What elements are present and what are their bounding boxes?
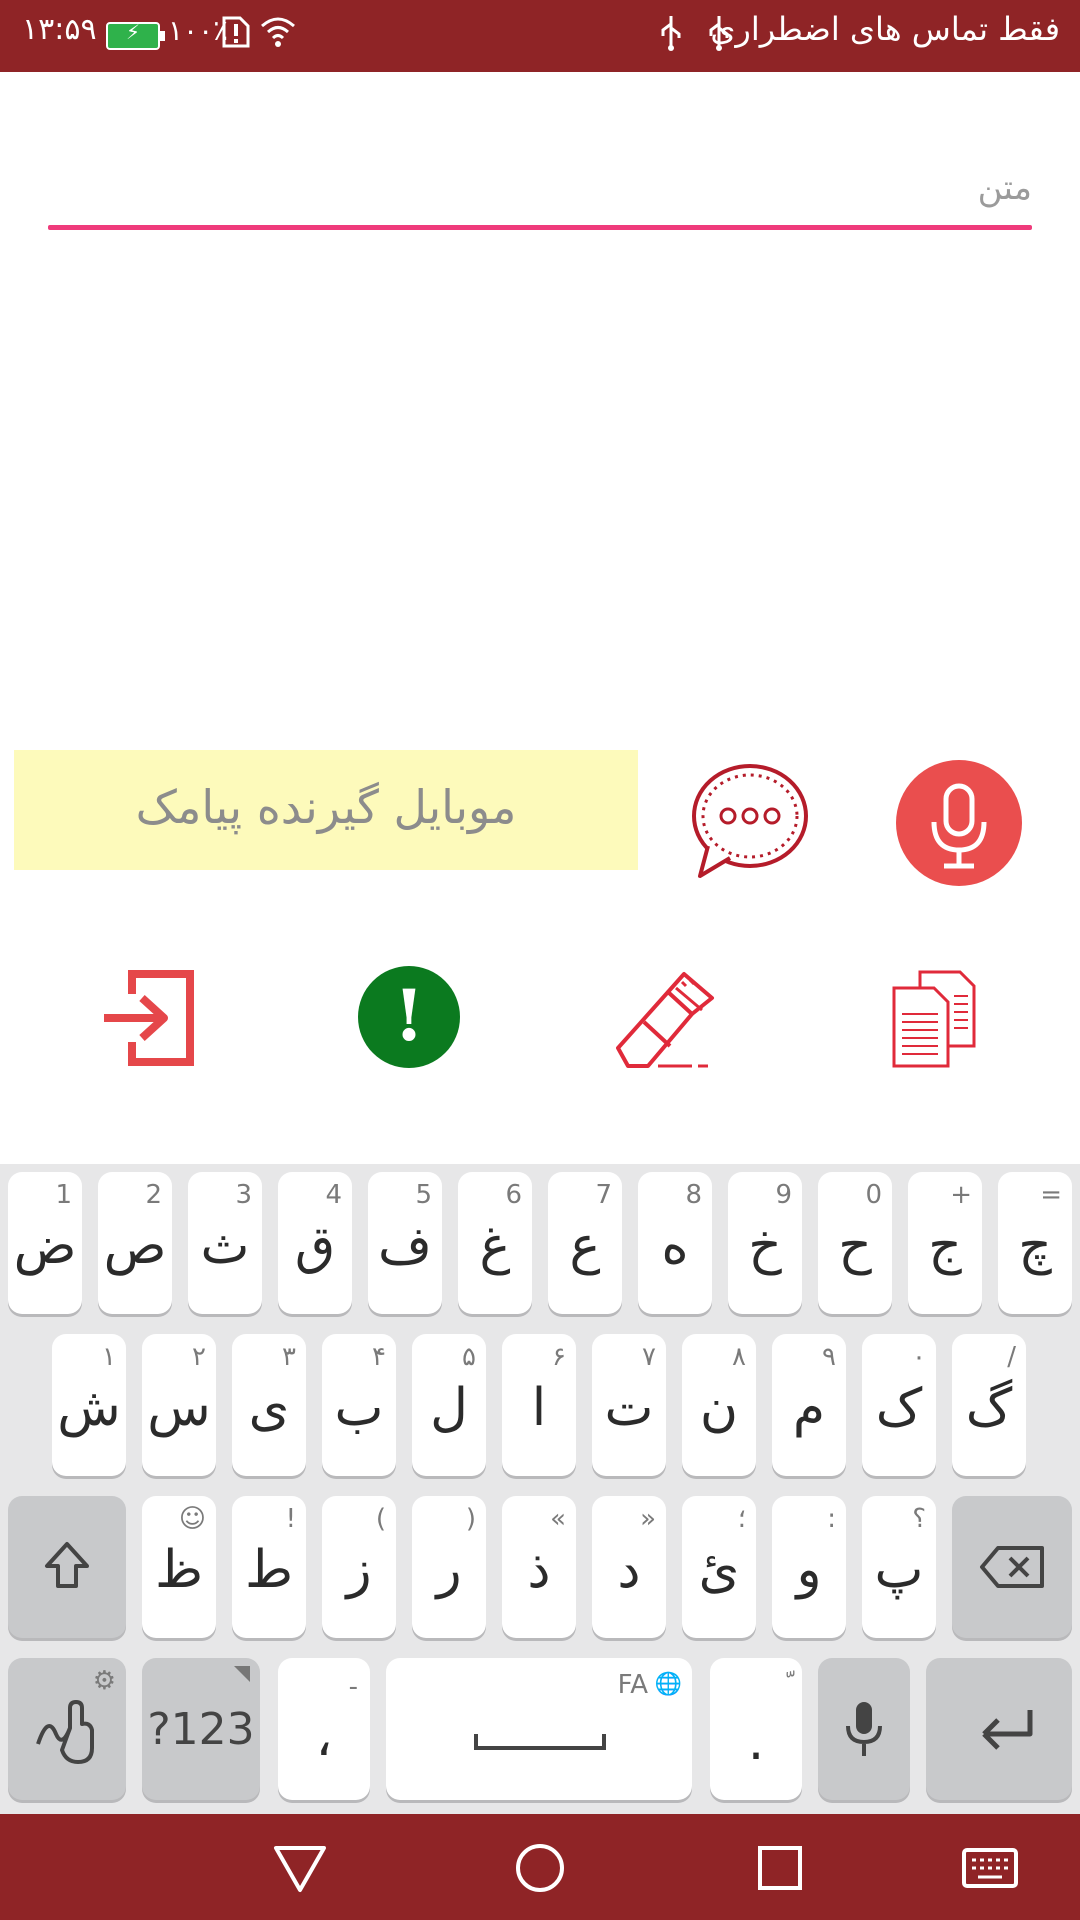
handwriting-icon <box>36 1700 94 1764</box>
language-label: FA <box>617 1670 648 1700</box>
key[interactable]: ) ر <box>412 1496 486 1638</box>
shift-icon <box>45 1542 89 1588</box>
microphone-icon <box>931 783 987 869</box>
copy-icon[interactable] <box>888 966 992 1070</box>
key[interactable]: ! ط <box>232 1496 306 1638</box>
key[interactable]: ؛ ئ <box>682 1496 756 1638</box>
key[interactable]: » د <box>592 1496 666 1638</box>
settings-gear-icon: ⚙ <box>92 1666 116 1696</box>
text-field-label: متن <box>977 168 1032 208</box>
enter-key[interactable] <box>926 1658 1072 1800</box>
key[interactable]: 5ف <box>368 1172 442 1314</box>
backspace-key[interactable] <box>952 1496 1072 1638</box>
back-icon[interactable] <box>268 1836 332 1900</box>
period-key[interactable]: ّ. <box>710 1658 802 1800</box>
key[interactable]: ☺ ظ <box>142 1496 216 1638</box>
eraser-icon[interactable] <box>612 966 716 1070</box>
shift-key[interactable] <box>8 1496 126 1638</box>
key[interactable]: :و <box>772 1496 846 1638</box>
key[interactable]: 2ص <box>98 1172 172 1314</box>
key[interactable]: 1ض <box>8 1172 82 1314</box>
key[interactable]: ۲س <box>142 1334 216 1476</box>
key[interactable]: ؟ پ <box>862 1496 936 1638</box>
usb-icon <box>656 14 686 59</box>
text-field[interactable]: متن <box>48 150 1032 230</box>
key[interactable]: ۷ت <box>592 1334 666 1476</box>
status-carrier-text: فقط تماس های اضطراری <box>710 10 1060 48</box>
chat-bubble-icon[interactable] <box>686 758 812 884</box>
recipient-placeholder: موبایل گیرنده پیامک <box>135 780 517 834</box>
navigation-bar <box>0 1814 1080 1920</box>
voice-input-key[interactable] <box>818 1658 910 1800</box>
space-bar-icon <box>474 1734 606 1750</box>
recents-icon[interactable] <box>748 1836 812 1900</box>
key[interactable]: «ذ <box>502 1496 576 1638</box>
key[interactable]: 7ع <box>548 1172 622 1314</box>
key[interactable]: 6غ <box>458 1172 532 1314</box>
space-key[interactable]: FA 🌐 <box>386 1658 692 1800</box>
key[interactable]: 3ث <box>188 1172 262 1314</box>
battery-percent: ۱۰۰٪ <box>168 14 229 47</box>
sim-alert-icon <box>222 14 250 55</box>
corner-triangle-icon <box>234 1666 250 1682</box>
exit-icon[interactable] <box>96 966 200 1070</box>
key[interactable]: ۴ب <box>322 1334 396 1476</box>
globe-icon: 🌐 <box>654 1672 682 1697</box>
key[interactable]: ۵ل <box>412 1334 486 1476</box>
key[interactable]: ۳ی <box>232 1334 306 1476</box>
keyboard-switch-icon[interactable] <box>958 1836 1022 1900</box>
comma-key[interactable]: - ، <box>278 1658 370 1800</box>
key[interactable]: ۶ا <box>502 1334 576 1476</box>
key[interactable]: ۸ن <box>682 1334 756 1476</box>
key[interactable]: 8ه <box>638 1172 712 1314</box>
microphone-button[interactable] <box>896 760 1022 886</box>
home-icon[interactable] <box>508 1836 572 1900</box>
text-field-underline <box>48 225 1032 230</box>
key[interactable]: (ز <box>322 1496 396 1638</box>
on-screen-keyboard: 1ض 2ص 3ث 4ق 5ف 6غ 7ع 8ه 9خ 0ح + ج = چ ۱ش ۲… <box>0 1164 1080 1814</box>
key[interactable]: = چ <box>998 1172 1072 1314</box>
handwriting-key[interactable]: ⚙ <box>8 1658 126 1800</box>
enter-icon <box>982 1710 1033 1750</box>
battery-icon: ⚡ <box>106 20 165 50</box>
key[interactable]: ۹م <box>772 1334 846 1476</box>
key[interactable]: 9خ <box>728 1172 802 1314</box>
alert-icon[interactable]: ! <box>358 966 460 1068</box>
wifi-icon <box>258 14 298 55</box>
key[interactable]: 0ح <box>818 1172 892 1314</box>
microphone-icon <box>846 1702 882 1756</box>
backspace-icon <box>980 1546 1044 1588</box>
key[interactable]: / گ <box>952 1334 1026 1476</box>
status-bar: ۱۳:۵۹ ⚡ ۱۰۰٪ فقط تماس های اضطراری <box>0 0 1080 72</box>
key[interactable]: ۰ک <box>862 1334 936 1476</box>
key[interactable]: 4ق <box>278 1172 352 1314</box>
recipient-mobile-input[interactable]: موبایل گیرنده پیامک <box>14 750 638 870</box>
status-time: ۱۳:۵۹ <box>22 12 97 47</box>
key[interactable]: + ج <box>908 1172 982 1314</box>
numbers-symbols-key[interactable]: ?123 <box>142 1658 260 1800</box>
key[interactable]: ۱ش <box>52 1334 126 1476</box>
